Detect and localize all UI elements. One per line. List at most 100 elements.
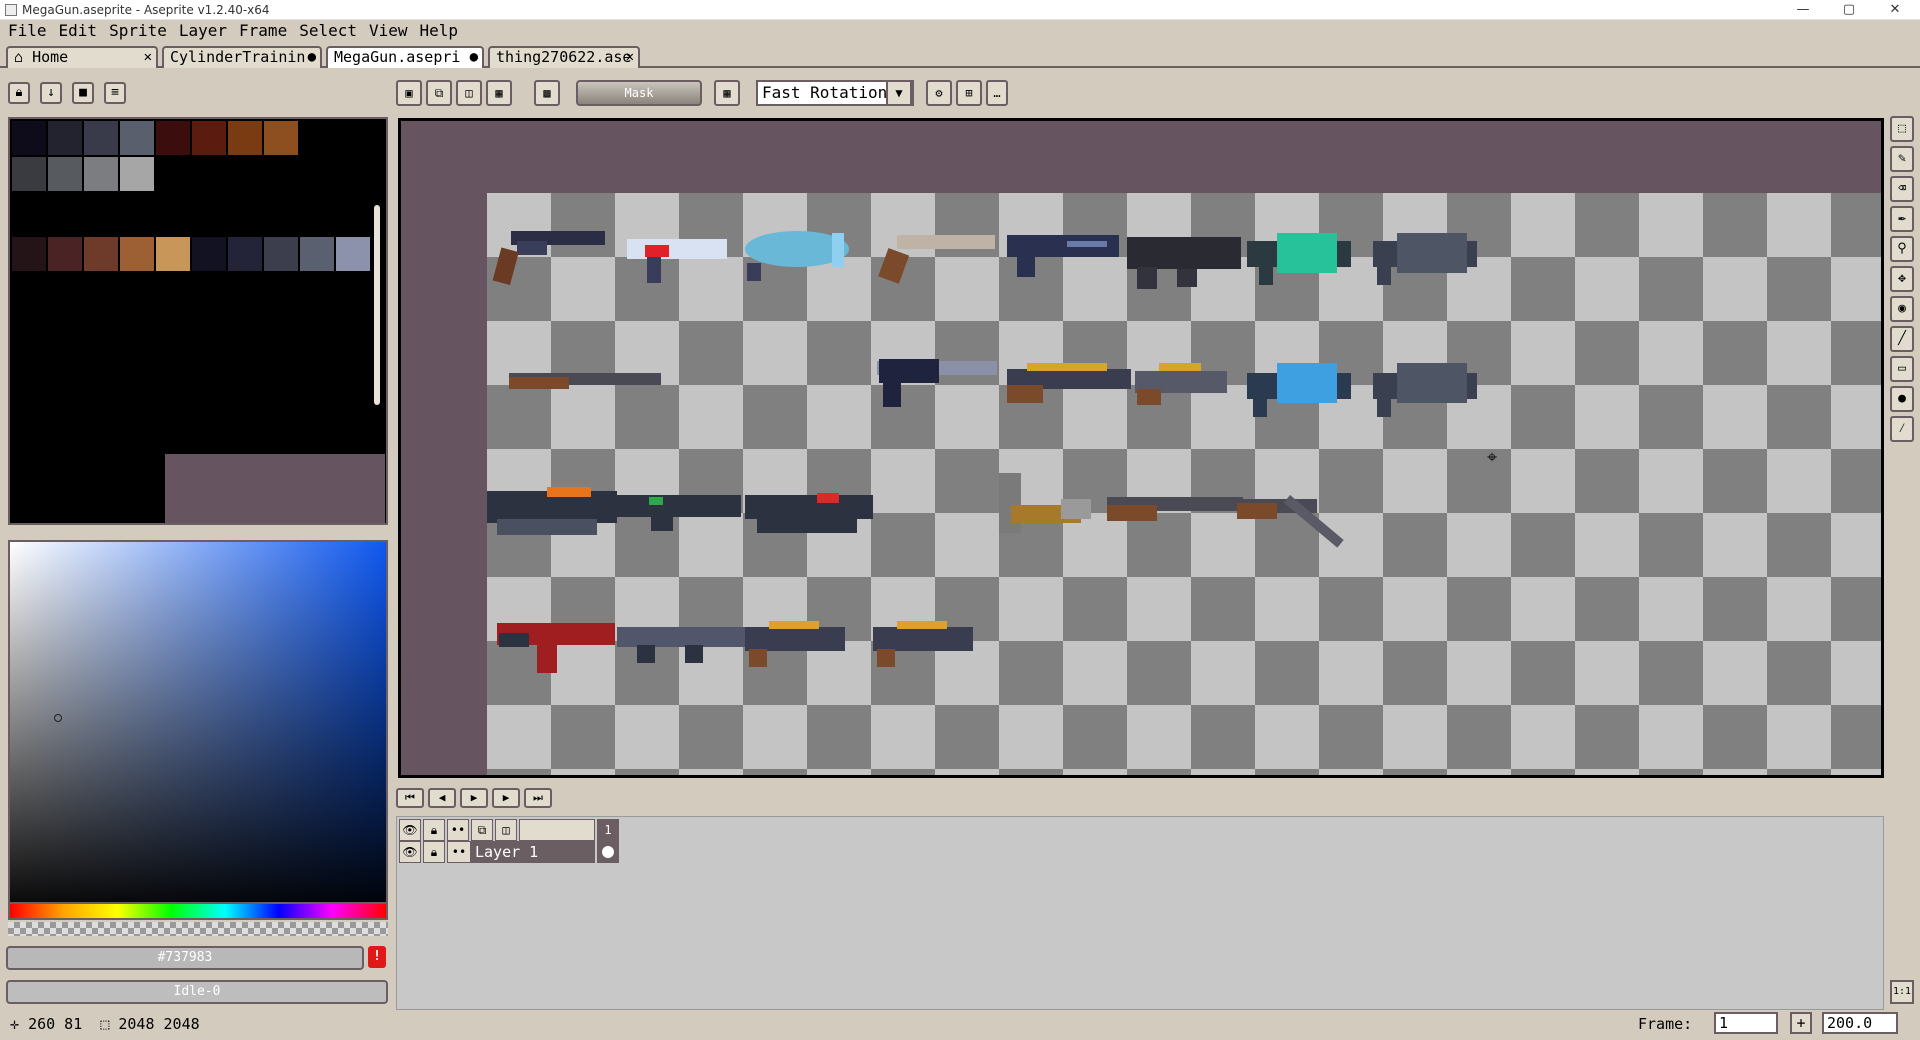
axe-gun-sprite bbox=[999, 473, 1091, 533]
transform-options-button[interactable]: ⊞ bbox=[956, 80, 982, 106]
eraser-tool[interactable]: ⌫ bbox=[1890, 176, 1914, 202]
layer-visibility-toggle[interactable]: 👁︎ bbox=[399, 841, 421, 863]
pencil-tool[interactable]: ✎ bbox=[1890, 146, 1914, 172]
tab-modified-icon[interactable]: ● bbox=[308, 48, 316, 67]
menu-file[interactable]: File bbox=[2, 20, 53, 42]
lock-header-icon[interactable]: 🔒︎ bbox=[423, 819, 445, 841]
palette-swatch[interactable] bbox=[12, 157, 46, 191]
close-window-button[interactable]: ✕ bbox=[1872, 0, 1918, 20]
last-frame-button[interactable]: ⏭ bbox=[524, 788, 552, 808]
palette-swatch[interactable] bbox=[48, 157, 82, 191]
first-frame-button[interactable]: ⏮ bbox=[396, 788, 424, 808]
play-button[interactable]: ▶ bbox=[460, 788, 488, 808]
menu-layer[interactable]: Layer bbox=[173, 20, 233, 42]
warning-icon[interactable]: ! bbox=[368, 946, 386, 968]
tab-close-icon[interactable]: ✕ bbox=[626, 48, 634, 67]
move-tool[interactable]: ✥ bbox=[1890, 266, 1914, 292]
more-options-button[interactable]: … bbox=[986, 80, 1008, 106]
chevron-down-icon[interactable]: ▼ bbox=[886, 80, 912, 106]
frame-header[interactable]: 1 bbox=[597, 819, 619, 841]
sprite-canvas[interactable]: ⌖ bbox=[487, 193, 1881, 775]
transparent-color-button[interactable]: ▩ bbox=[534, 80, 560, 106]
contour-tool[interactable]: ● bbox=[1890, 386, 1914, 412]
tab-cylindertraining[interactable]: CylinderTrainin ● bbox=[162, 46, 322, 68]
layer-lock-toggle[interactable]: 🔒︎ bbox=[423, 841, 445, 863]
rectangle-tool[interactable]: ▭ bbox=[1890, 356, 1914, 382]
tab-thing270622[interactable]: thing270622.ase ✕ bbox=[488, 46, 640, 68]
palette-swatch[interactable] bbox=[300, 237, 334, 271]
hue-slider[interactable] bbox=[8, 902, 388, 920]
palette-swatch[interactable] bbox=[192, 237, 226, 271]
menu-sprite[interactable]: Sprite bbox=[103, 20, 173, 42]
selection-add-button[interactable]: ⧉ bbox=[426, 80, 452, 106]
palette-lock-button[interactable]: 🔒︎ bbox=[8, 82, 30, 104]
drop-pixels-button[interactable]: ⚙ bbox=[926, 80, 952, 106]
palette-swatch[interactable] bbox=[228, 121, 262, 155]
tab-home[interactable]: ⌂ Home ✕ bbox=[6, 46, 158, 68]
palette-swatch[interactable] bbox=[12, 237, 46, 271]
visibility-header-icon[interactable]: 👁︎ bbox=[399, 819, 421, 841]
menu-view[interactable]: View bbox=[363, 20, 414, 42]
palette-swatch[interactable] bbox=[84, 237, 118, 271]
palette-swatch[interactable] bbox=[84, 157, 118, 191]
home-icon: ⌂ bbox=[14, 48, 24, 66]
zoom-tool[interactable]: ⚲ bbox=[1890, 236, 1914, 262]
minimize-button[interactable]: — bbox=[1780, 0, 1826, 20]
palette-swatch[interactable] bbox=[228, 237, 262, 271]
palette-preset-button[interactable]: ■ bbox=[72, 82, 94, 104]
palette-sort-button[interactable]: ↓ bbox=[40, 82, 62, 104]
palette-swatch[interactable] bbox=[264, 121, 298, 155]
color-hex-field[interactable]: #737983 bbox=[6, 946, 364, 970]
palette-swatch[interactable] bbox=[48, 237, 82, 271]
layer-name[interactable]: Layer 1 bbox=[471, 841, 595, 863]
palette-swatch[interactable] bbox=[12, 121, 46, 155]
selection-replace-button[interactable]: ▣ bbox=[396, 80, 422, 106]
palette-scrollbar[interactable] bbox=[374, 205, 380, 405]
palette-swatch[interactable] bbox=[48, 121, 82, 155]
palette-swatch[interactable] bbox=[192, 121, 226, 155]
color-picker-field[interactable] bbox=[8, 540, 388, 920]
frame-input[interactable]: 1 bbox=[1714, 1012, 1778, 1034]
selection-intersect-button[interactable]: ▦ bbox=[486, 80, 512, 106]
maximize-button[interactable]: ▢ bbox=[1826, 0, 1872, 20]
tab-close-icon[interactable]: ✕ bbox=[144, 48, 152, 67]
onion-skin-icon[interactable]: ⧉ bbox=[471, 819, 493, 841]
next-frame-button[interactable]: ▶ bbox=[492, 788, 520, 808]
mask-color-button[interactable]: Mask bbox=[576, 80, 702, 106]
sprite-editor[interactable]: ⌖ bbox=[398, 118, 1884, 778]
marquee-tool[interactable]: ⬚ bbox=[1890, 116, 1914, 142]
picker-cursor[interactable] bbox=[54, 714, 62, 722]
zoom-input[interactable]: 200.0 bbox=[1822, 1012, 1898, 1034]
palette-swatch[interactable] bbox=[120, 157, 154, 191]
new-frame-button[interactable]: + bbox=[1790, 1012, 1812, 1034]
palette-options-button[interactable]: ≡ bbox=[104, 82, 126, 104]
cel-frame-1[interactable] bbox=[597, 841, 619, 863]
palette-swatch[interactable] bbox=[156, 237, 190, 271]
selection-subtract-button[interactable]: ◫ bbox=[456, 80, 482, 106]
menu-frame[interactable]: Frame bbox=[233, 20, 293, 42]
line-tool[interactable]: ╱ bbox=[1890, 326, 1914, 352]
tag-slider[interactable]: Idle-0 bbox=[6, 980, 388, 1004]
tab-megagun[interactable]: MegaGun.asepri ● bbox=[326, 46, 484, 68]
palette-swatch[interactable] bbox=[264, 237, 298, 271]
blur-tool[interactable]: ⁄ bbox=[1890, 416, 1914, 442]
palette-swatch[interactable] bbox=[120, 237, 154, 271]
alpha-slider[interactable] bbox=[8, 922, 388, 936]
continuous-header-icon[interactable]: •• bbox=[447, 819, 469, 841]
palette-swatch[interactable] bbox=[156, 121, 190, 155]
rifle-sprite-green bbox=[617, 495, 741, 531]
tab-modified-icon[interactable]: ● bbox=[470, 48, 478, 67]
zoom-1to1-button[interactable]: 1:1 bbox=[1890, 980, 1914, 1004]
pivot-button[interactable]: ▦ bbox=[714, 80, 740, 106]
palette-swatch[interactable] bbox=[84, 121, 118, 155]
menu-select[interactable]: Select bbox=[293, 20, 363, 42]
palette-swatch[interactable] bbox=[120, 121, 154, 155]
eyedropper-tool[interactable]: ✒ bbox=[1890, 206, 1914, 232]
layer-continuous-toggle[interactable]: •• bbox=[447, 841, 471, 863]
menu-edit[interactable]: Edit bbox=[53, 20, 104, 42]
palette-swatch[interactable] bbox=[336, 237, 370, 271]
menu-help[interactable]: Help bbox=[414, 20, 465, 42]
layer-properties-icon[interactable]: ◫ bbox=[495, 819, 517, 841]
previous-frame-button[interactable]: ◀ bbox=[428, 788, 456, 808]
fill-tool[interactable]: ◉ bbox=[1890, 296, 1914, 322]
